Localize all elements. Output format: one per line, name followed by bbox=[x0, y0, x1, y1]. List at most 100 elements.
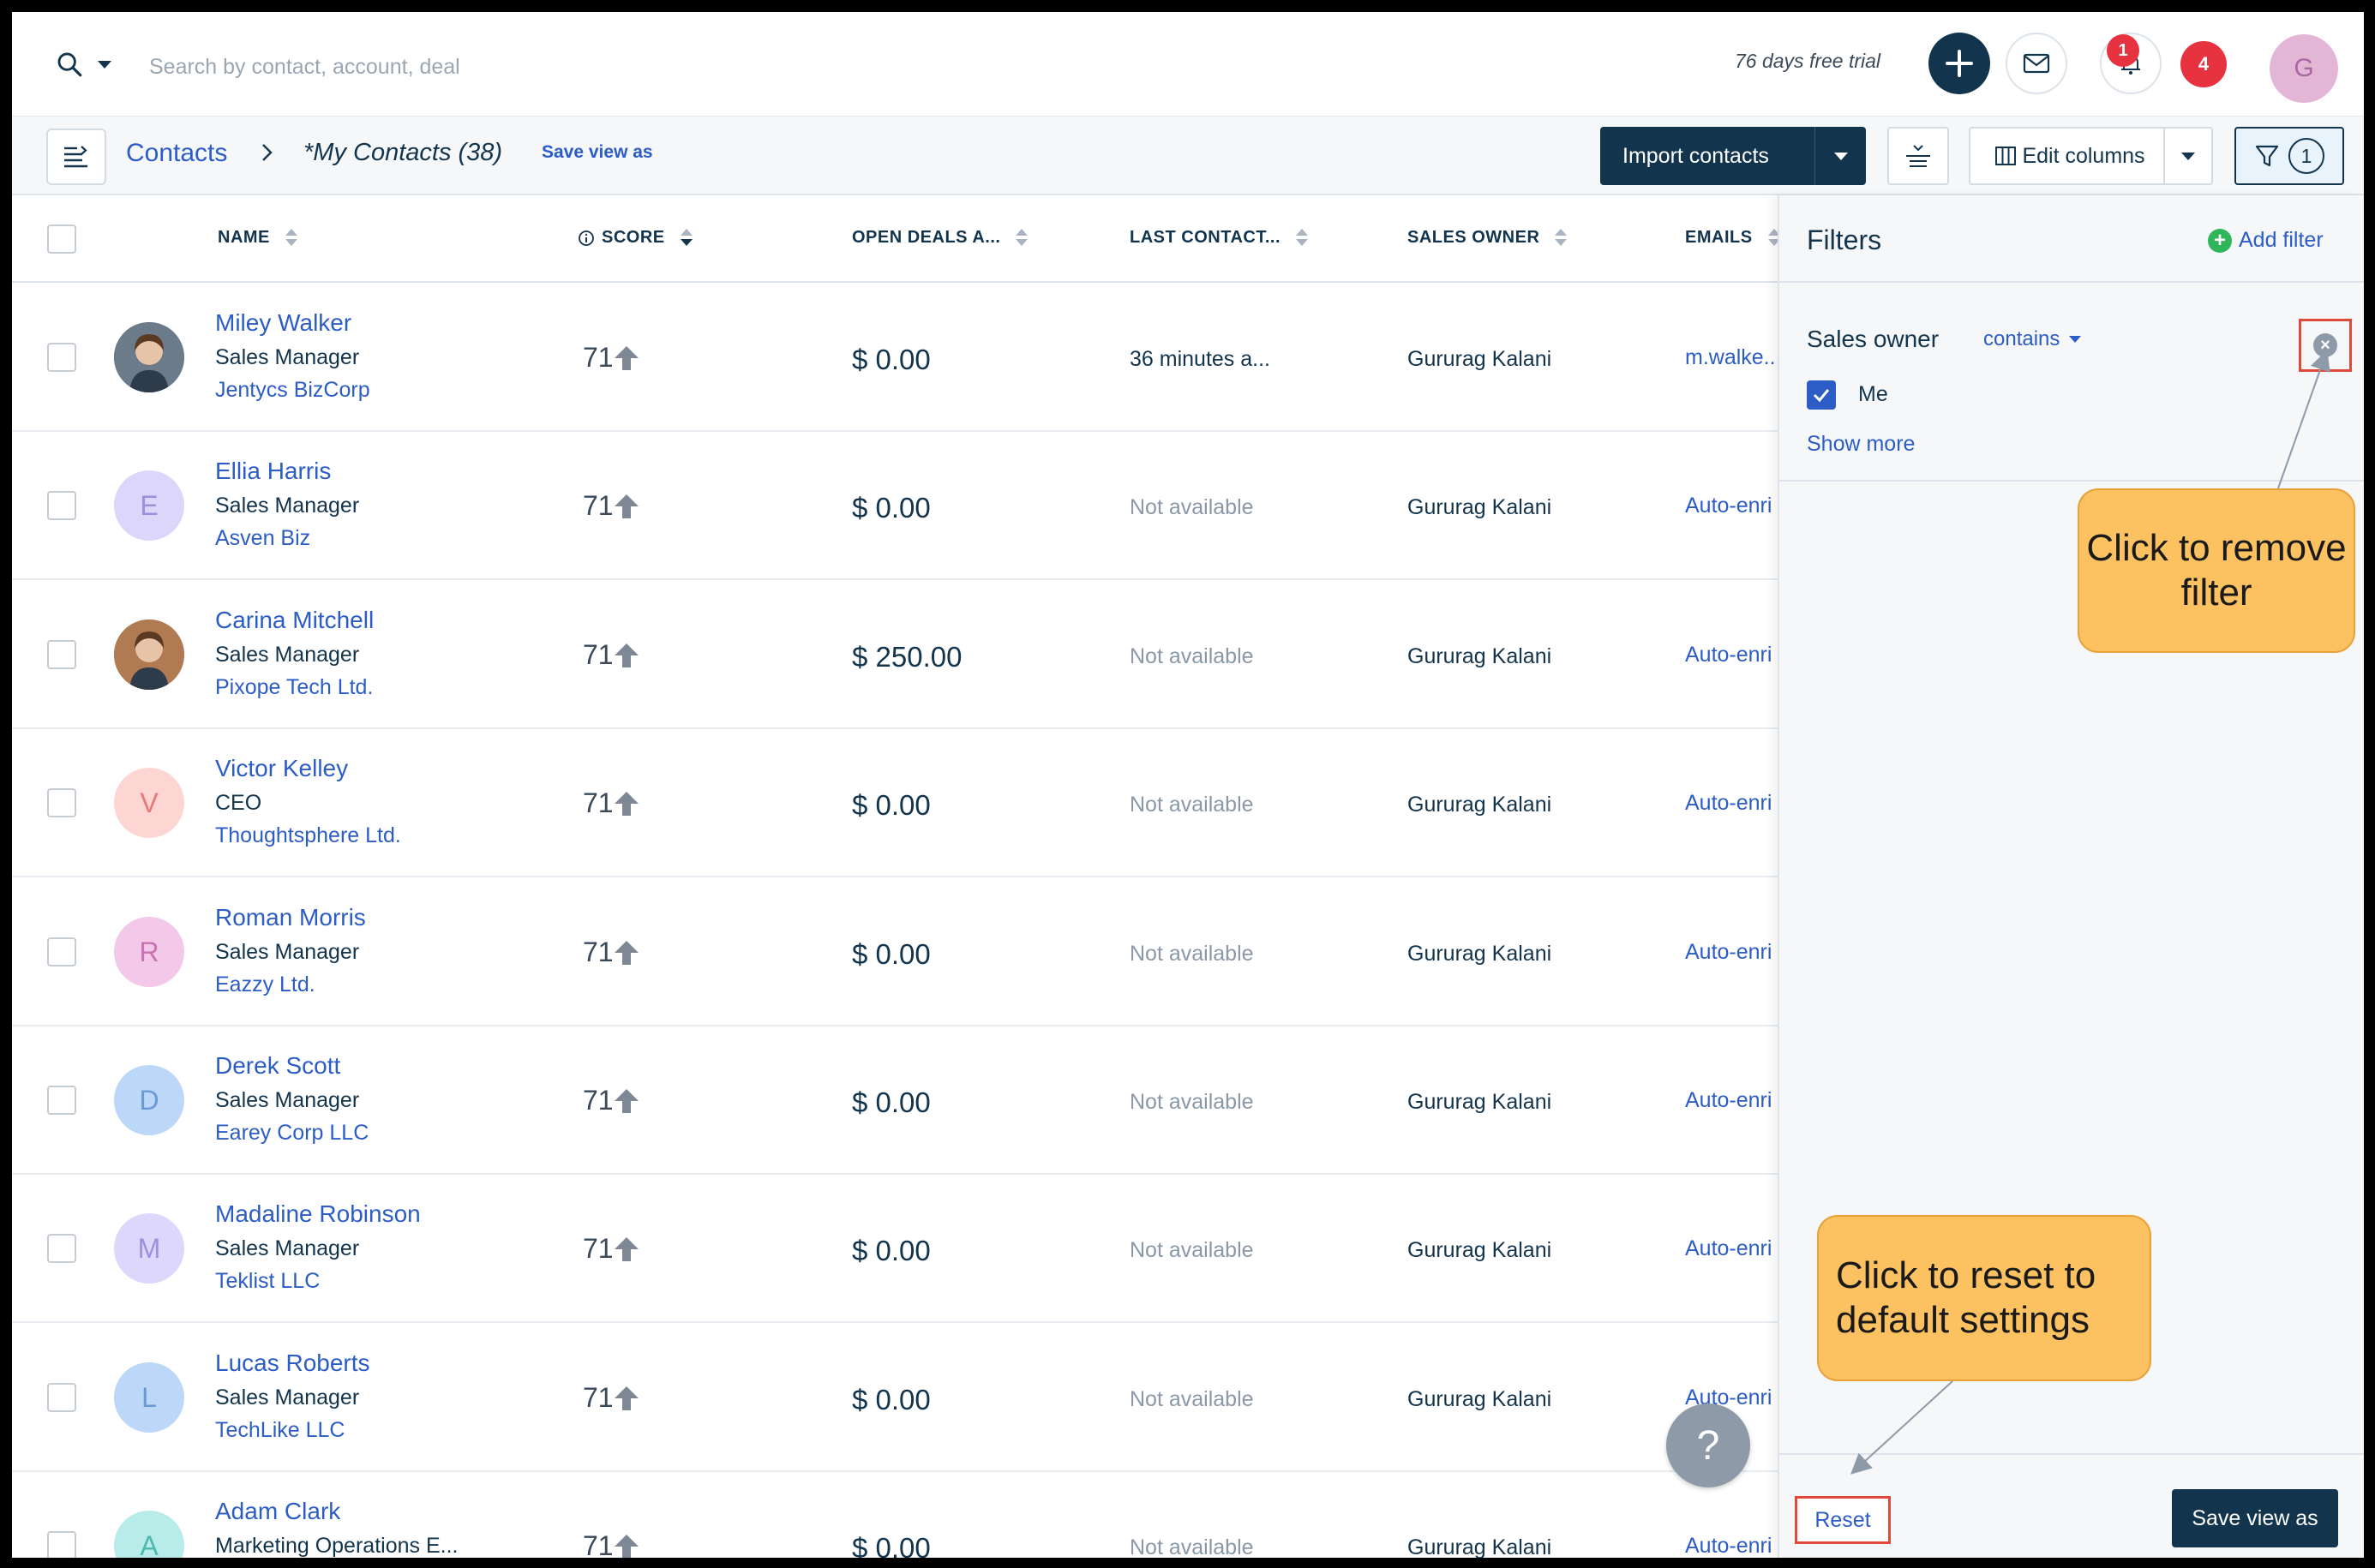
alerts-button[interactable]: 4 bbox=[2180, 41, 2227, 87]
column-header-last-contacted[interactable]: LAST CONTACT... bbox=[1130, 228, 1309, 248]
contact-company-link[interactable]: Pixope Tech Ltd. bbox=[215, 675, 373, 700]
row-checkbox[interactable] bbox=[47, 1383, 76, 1412]
contact-company-link[interactable]: TechLike LLC bbox=[215, 1418, 345, 1443]
contact-avatar[interactable]: A bbox=[114, 1511, 184, 1558]
contact-email-link[interactable]: Auto-enri bbox=[1685, 1534, 1772, 1558]
contact-name-link[interactable]: Ellia Harris bbox=[215, 458, 331, 485]
contact-avatar[interactable]: L bbox=[114, 1362, 184, 1433]
last-contacted: 36 minutes a... bbox=[1130, 347, 1270, 371]
search-icon bbox=[55, 50, 84, 79]
show-more-link[interactable]: Show more bbox=[1807, 432, 1915, 457]
close-circle-icon: × bbox=[2313, 333, 2337, 357]
contact-email-link[interactable]: Auto-enri bbox=[1685, 791, 1772, 816]
table-row[interactable]: D Derek Scott Sales Manager Earey Corp LLC 7… bbox=[12, 1026, 1778, 1175]
row-checkbox[interactable] bbox=[47, 491, 76, 520]
contact-avatar[interactable] bbox=[114, 322, 184, 392]
search-scope-dropdown[interactable] bbox=[55, 43, 113, 86]
column-header-emails[interactable]: EMAILS bbox=[1685, 228, 1778, 248]
table-row[interactable]: V Victor Kelley CEO Thoughtsphere Ltd. 71 $ 0… bbox=[12, 729, 1778, 877]
column-header-score[interactable]: SCORE bbox=[578, 228, 693, 248]
top-bar: 76 days free trial 1 4 G bbox=[12, 12, 2364, 117]
table-row[interactable]: L Lucas Roberts Sales Manager TechLike LLC 7… bbox=[12, 1324, 1778, 1472]
save-view-button[interactable]: Save view as bbox=[2172, 1489, 2338, 1547]
contact-name-link[interactable]: Adam Clark bbox=[215, 1498, 340, 1525]
filter-option-checkbox-me[interactable] bbox=[1807, 380, 1836, 410]
table-row[interactable]: A Adam Clark Marketing Operations E... 71 $ … bbox=[12, 1472, 1778, 1558]
email-button[interactable] bbox=[2006, 33, 2067, 94]
import-contacts-button[interactable]: Import contacts bbox=[1600, 127, 1866, 185]
contact-email-link[interactable]: Auto-enri bbox=[1685, 940, 1772, 965]
table-row[interactable]: M Madaline Robinson Sales Manager Teklist L… bbox=[12, 1175, 1778, 1323]
active-filter-count: 1 bbox=[2288, 138, 2324, 174]
contact-company-link[interactable]: Thoughtsphere Ltd. bbox=[215, 823, 401, 848]
contact-name-link[interactable]: Roman Morris bbox=[215, 904, 366, 931]
filter-toggle-button[interactable]: 1 bbox=[2234, 127, 2344, 185]
contact-email-link[interactable]: Auto-enri bbox=[1685, 1088, 1772, 1113]
row-checkbox[interactable] bbox=[47, 788, 76, 817]
contact-name-link[interactable]: Derek Scott bbox=[215, 1052, 340, 1080]
sales-owner: Gururag Kalani bbox=[1407, 495, 1552, 519]
contact-job-title: Sales Manager bbox=[215, 643, 360, 667]
edit-columns-button[interactable]: Edit columns bbox=[1969, 127, 2171, 185]
open-deals-amount: $ 0.00 bbox=[852, 1086, 931, 1118]
table-row[interactable]: E Ellia Harris Sales Manager Asven Biz 71 $ 0… bbox=[12, 432, 1778, 580]
filter-sales-owner: Sales owner contains × Me Show more bbox=[1779, 283, 2364, 482]
add-filter-button[interactable]: + Add filter bbox=[2208, 228, 2324, 253]
save-view-link[interactable]: Save view as bbox=[542, 142, 653, 163]
select-all-checkbox[interactable] bbox=[47, 224, 76, 254]
contact-avatar[interactable]: M bbox=[114, 1213, 184, 1284]
contact-name-link[interactable]: Miley Walker bbox=[215, 309, 351, 337]
caret-down-icon bbox=[1833, 153, 1848, 160]
contact-avatar[interactable]: R bbox=[114, 917, 184, 987]
arrow-up-icon bbox=[614, 1088, 639, 1113]
contact-email-link[interactable]: Auto-enri bbox=[1685, 1236, 1772, 1261]
edit-columns-dropdown[interactable] bbox=[2163, 127, 2213, 185]
sidebar-toggle-button[interactable] bbox=[46, 129, 106, 185]
table-row[interactable]: Miley Walker Sales Manager Jentycs BizCorp… bbox=[12, 284, 1778, 432]
row-checkbox[interactable] bbox=[47, 937, 76, 967]
row-checkbox[interactable] bbox=[47, 1234, 76, 1263]
contact-company-link[interactable]: Eazzy Ltd. bbox=[215, 973, 315, 997]
contact-avatar[interactable]: D bbox=[114, 1065, 184, 1135]
score-value: 71 bbox=[583, 1233, 614, 1264]
contact-avatar[interactable] bbox=[114, 619, 184, 690]
column-header-open-deals[interactable]: OPEN DEALS A... bbox=[852, 228, 1029, 248]
contact-company-link[interactable]: Teklist LLC bbox=[215, 1269, 320, 1294]
add-circle-icon: + bbox=[2208, 228, 2232, 253]
table-row[interactable]: Carina Mitchell Sales Manager Pixope Tech … bbox=[12, 581, 1778, 729]
column-header-name[interactable]: NAME bbox=[218, 228, 297, 248]
app-frame: 76 days free trial 1 4 G Contacts *My Co… bbox=[12, 12, 2364, 1558]
row-checkbox[interactable] bbox=[47, 640, 76, 669]
filter-operator-dropdown[interactable]: contains bbox=[1983, 327, 2082, 351]
reset-filters-button[interactable]: Reset bbox=[1795, 1496, 1891, 1544]
breadcrumb-contacts[interactable]: Contacts bbox=[126, 139, 227, 168]
contact-avatar[interactable]: E bbox=[114, 470, 184, 541]
help-button[interactable]: ? bbox=[1666, 1403, 1750, 1487]
contact-name-link[interactable]: Carina Mitchell bbox=[215, 607, 374, 634]
contact-name-link[interactable]: Madaline Robinson bbox=[215, 1200, 421, 1228]
avatar-initial: M bbox=[137, 1232, 161, 1264]
quick-add-button[interactable] bbox=[1928, 33, 1990, 94]
import-options-dropdown[interactable] bbox=[1815, 151, 1866, 161]
contact-name-link[interactable]: Lucas Roberts bbox=[215, 1350, 370, 1377]
contact-email-link[interactable]: m.walke... bbox=[1685, 345, 1778, 370]
contact-company-link[interactable]: Asven Biz bbox=[215, 526, 310, 551]
row-density-button[interactable] bbox=[1887, 127, 1949, 185]
contact-avatar[interactable]: V bbox=[114, 768, 184, 838]
table-row[interactable]: R Roman Morris Sales Manager Eazzy Ltd. 71 $ … bbox=[12, 878, 1778, 1026]
row-checkbox[interactable] bbox=[47, 1531, 76, 1558]
avatar-initial: E bbox=[140, 489, 159, 521]
contact-email-link[interactable]: Auto-enri bbox=[1685, 643, 1772, 667]
contact-email-link[interactable]: Auto-enri bbox=[1685, 494, 1772, 518]
contact-score: 71 bbox=[583, 1530, 639, 1558]
contact-score: 71 bbox=[583, 937, 639, 968]
contact-company-link[interactable]: Jentycs BizCorp bbox=[215, 378, 370, 403]
row-checkbox[interactable] bbox=[47, 343, 76, 372]
column-header-sales-owner[interactable]: SALES OWNER bbox=[1407, 228, 1568, 248]
remove-filter-button[interactable]: × bbox=[2299, 319, 2352, 372]
row-checkbox[interactable] bbox=[47, 1086, 76, 1115]
search-input[interactable] bbox=[149, 50, 921, 84]
contact-company-link[interactable]: Earey Corp LLC bbox=[215, 1121, 369, 1146]
user-avatar[interactable]: G bbox=[2270, 34, 2338, 103]
contact-name-link[interactable]: Victor Kelley bbox=[215, 755, 348, 782]
